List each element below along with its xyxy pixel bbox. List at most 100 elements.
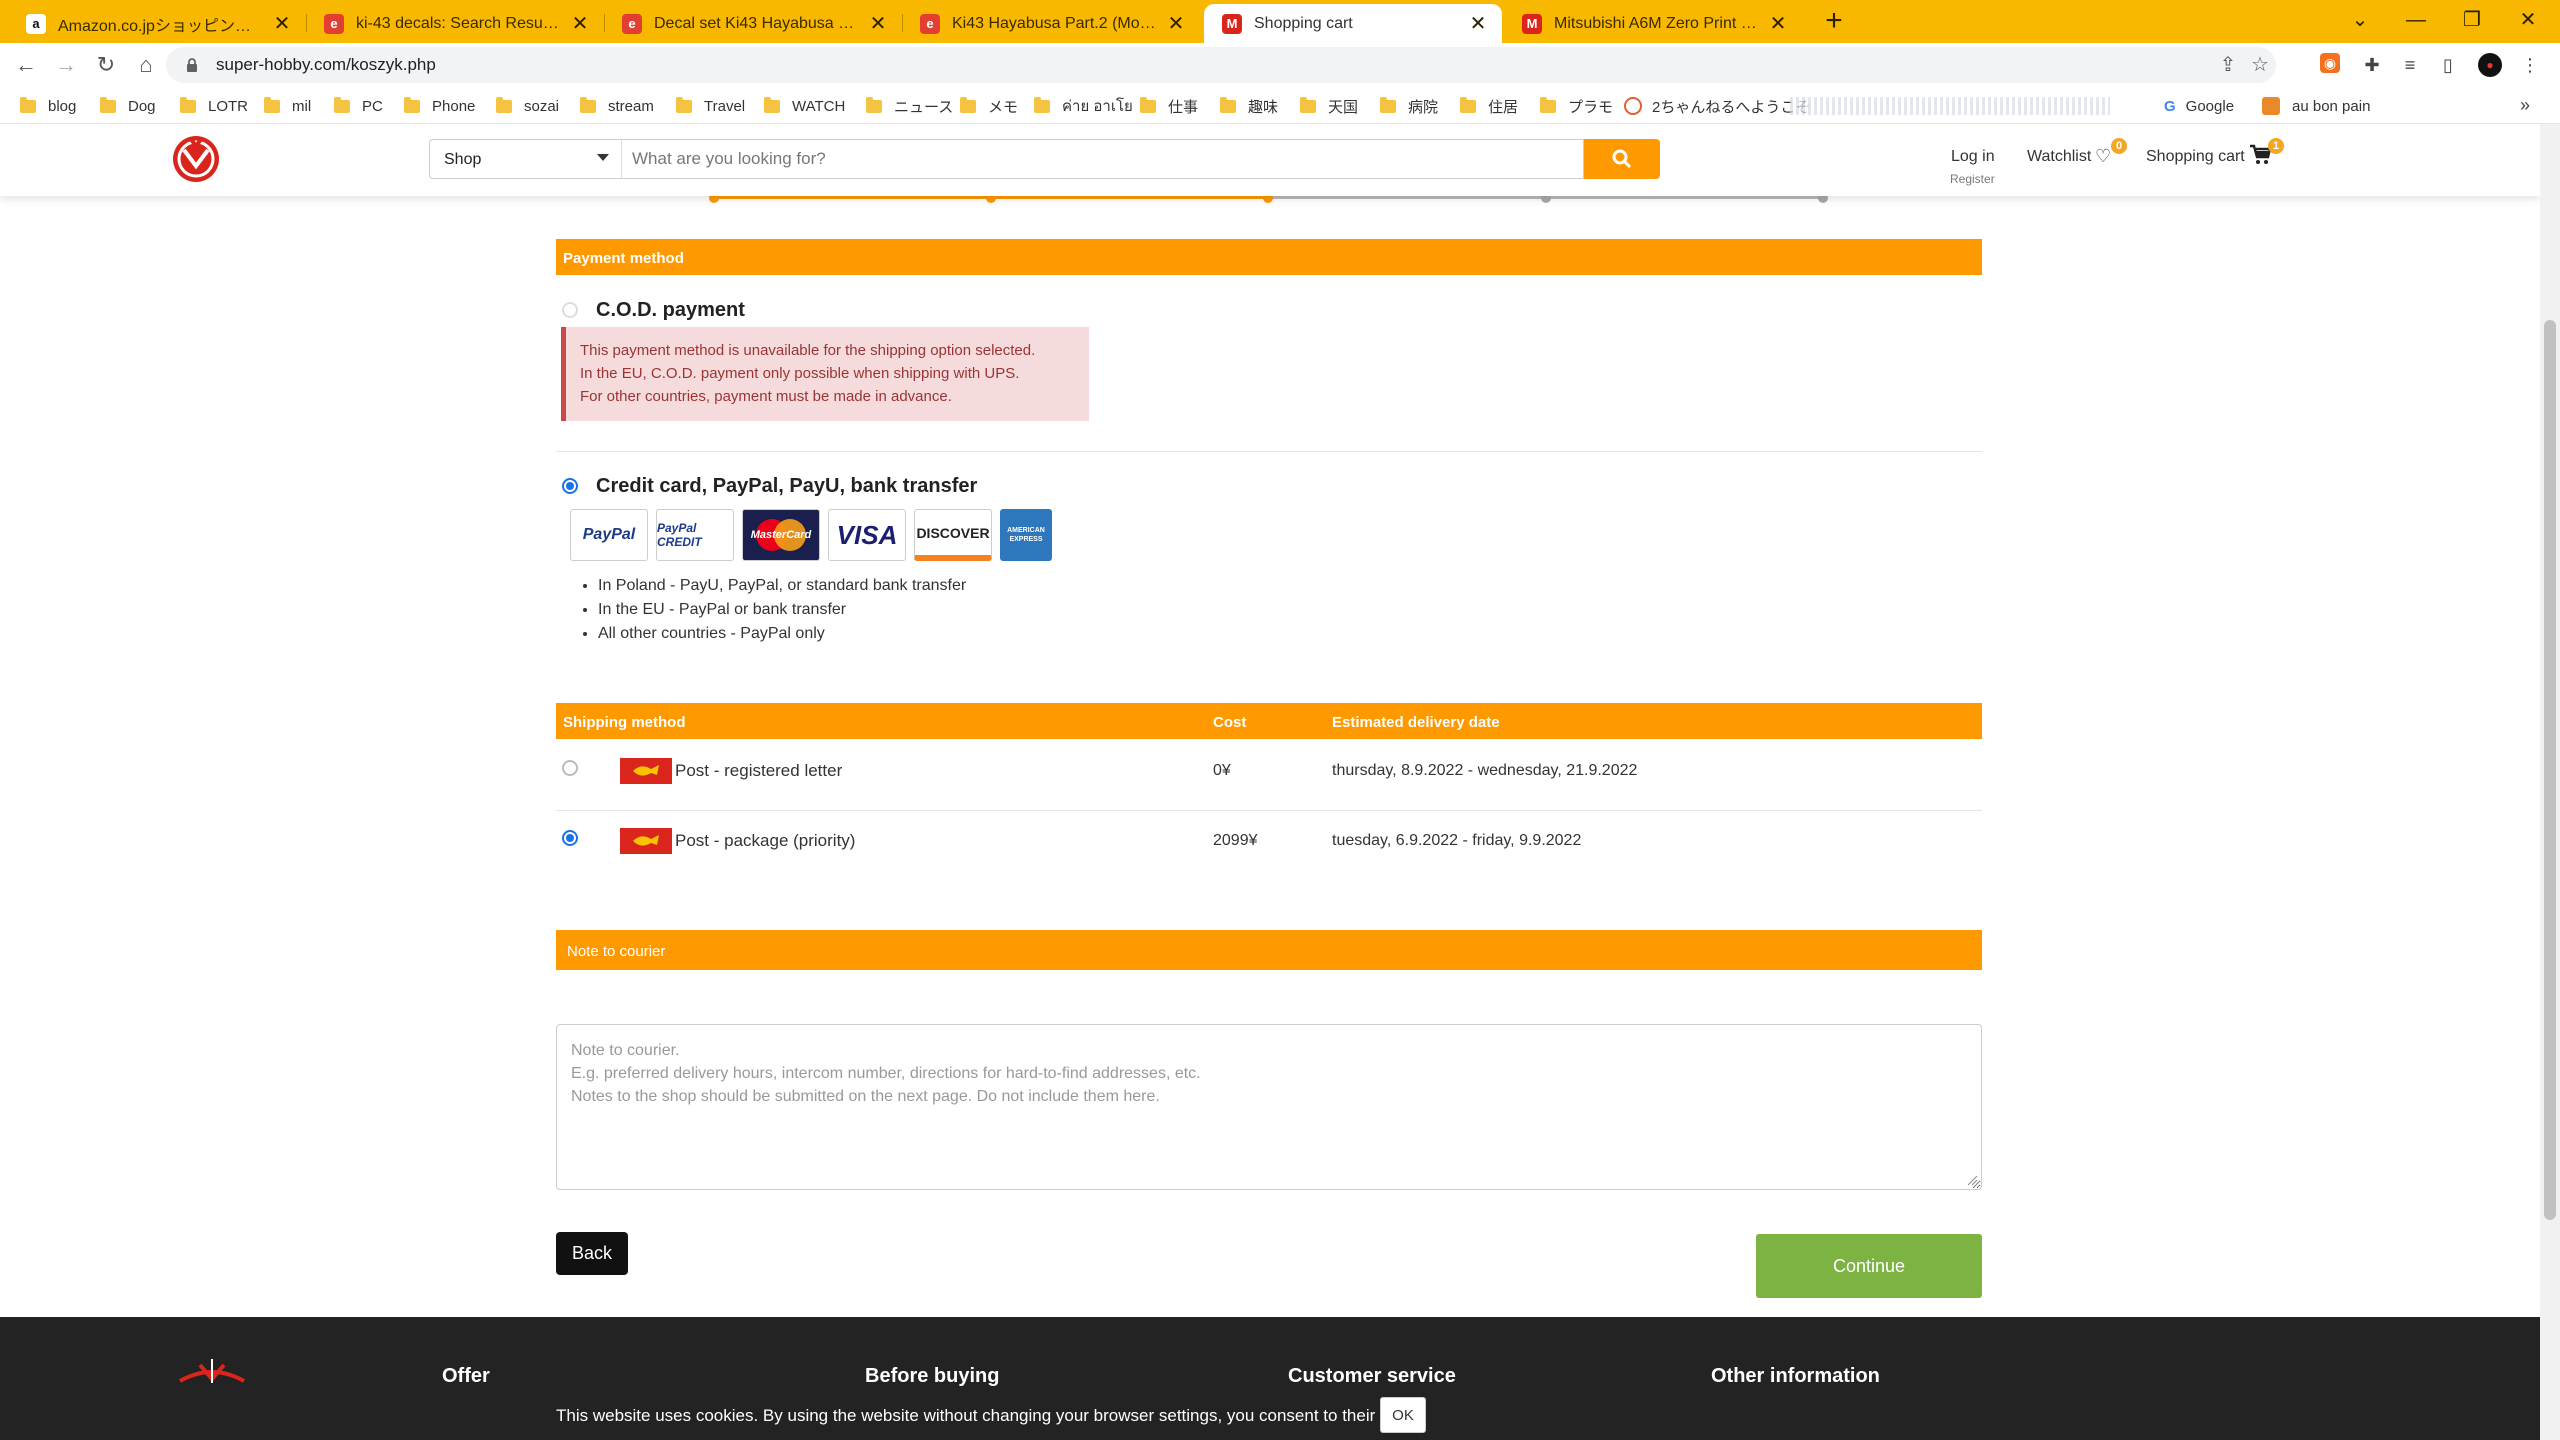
bookmark-memo[interactable]: メモ [960, 95, 1018, 117]
share-icon[interactable]: ⇪ [2216, 53, 2240, 77]
bookmark-au-bon-pain[interactable]: au bon pain [2262, 95, 2370, 117]
tab-ebay-search[interactable]: e ki-43 decals: Search Result | eBay ✕ [306, 4, 604, 43]
watchlist-link[interactable]: Watchlist [2027, 148, 2091, 166]
bookmark-stream[interactable]: stream [580, 95, 654, 117]
bookmark-thai[interactable]: ค่าย อาเโย [1034, 95, 1133, 117]
tab-ebay-decal[interactable]: e Decal set Ki43 Hayabusa Part.2 (M ✕ [604, 4, 902, 43]
bookmark-heaven[interactable]: 天国 [1300, 95, 1358, 117]
bookmark-sozai[interactable]: sozai [496, 95, 559, 117]
list-item: All other countries - PayPal only [598, 622, 966, 646]
superhobby-icon: M [1522, 13, 1542, 34]
minimize-icon[interactable]: — [2396, 4, 2436, 36]
cookie-ok-button[interactable]: OK [1380, 1397, 1426, 1433]
bookmark-hobby[interactable]: 趣味 [1220, 95, 1278, 117]
folder-icon [1034, 96, 1050, 113]
cart-badge: 1 [2268, 138, 2284, 154]
folder-icon [1380, 96, 1396, 113]
menu-kebab-icon[interactable]: ⋮ [2518, 53, 2542, 77]
google-icon: G [2164, 97, 2176, 115]
cart-link[interactable]: Shopping cart [2146, 148, 2245, 166]
tab-search-chevron-icon[interactable]: ⌄ [2340, 4, 2380, 36]
star-icon[interactable]: ☆ [2248, 53, 2272, 77]
register-link[interactable]: Register [1950, 172, 1995, 186]
login-link[interactable]: Log in [1951, 148, 1995, 166]
restore-icon[interactable]: ❐ [2452, 4, 2492, 36]
bookmark-hospital[interactable]: 病院 [1380, 95, 1438, 117]
cod-radio[interactable] [562, 302, 578, 318]
payment-notes: In Poland - PayU, PayPal, or standard ba… [598, 574, 966, 646]
close-icon[interactable]: ✕ [868, 11, 888, 36]
bookmark-news[interactable]: ニュース [866, 95, 953, 117]
bookmark-dog[interactable]: Dog [100, 95, 156, 117]
cod-title: C.O.D. payment [596, 299, 745, 321]
site-header: Shop Log in Register Watchlist ♡ 0 Shopp… [0, 124, 2540, 196]
bookmark-plamo[interactable]: プラモ [1540, 95, 1613, 117]
rss-icon[interactable]: ◉ [2320, 53, 2340, 73]
bookmark-2ch[interactable]: 2ちゃんねるへようこそ [1624, 95, 1810, 117]
close-icon[interactable]: ✕ [1468, 11, 1488, 36]
heart-icon[interactable]: ♡ [2095, 146, 2111, 167]
category-select[interactable]: Shop [429, 139, 621, 179]
folder-icon [1540, 96, 1556, 113]
extensions-icon[interactable]: ✚ [2360, 53, 2384, 77]
2ch-icon [1624, 97, 1642, 115]
scrollbar-thumb[interactable] [2544, 320, 2556, 1220]
reading-list-icon[interactable]: ≡ [2398, 53, 2422, 77]
browser-tab-bar: a Amazon.co.jpショッピングカート ✕ e ki-43 decals… [0, 0, 2560, 43]
folder-icon [334, 96, 350, 113]
bookmark-watch[interactable]: WATCH [764, 95, 845, 117]
au-bon-pain-icon [2262, 97, 2280, 115]
close-icon[interactable]: ✕ [1166, 11, 1186, 36]
footer-other-info-heading: Other information [1711, 1365, 1880, 1387]
folder-icon [496, 96, 512, 113]
post-horn-icon [633, 835, 659, 846]
post-horn-icon [633, 765, 659, 776]
shipping-cost: 0¥ [1213, 762, 1231, 779]
payment-method-header: Payment method [556, 239, 1982, 275]
bookmark-travel[interactable]: Travel [676, 95, 745, 117]
tab-amazon[interactable]: a Amazon.co.jpショッピングカート ✕ [8, 4, 306, 43]
search-input[interactable] [621, 139, 1584, 179]
close-icon[interactable]: ✕ [1768, 11, 1788, 36]
close-icon[interactable]: ✕ [570, 11, 590, 36]
bookmark-google[interactable]: G Google [2164, 95, 2234, 117]
close-icon[interactable]: ✕ [272, 11, 292, 36]
tab-ebay-ki43[interactable]: e Ki43 Hayabusa Part.2 (Model 2) ( ✕ [902, 4, 1200, 43]
courier-note-textarea[interactable] [556, 1024, 1982, 1190]
continue-button[interactable]: Continue [1756, 1234, 1982, 1298]
window-close-icon[interactable]: ✕ [2508, 4, 2548, 36]
page-scrollbar[interactable] [2540, 124, 2560, 1440]
resize-grip-icon[interactable] [1966, 1174, 1978, 1186]
folder-icon [1140, 96, 1156, 113]
avatar[interactable]: ● [2478, 53, 2502, 77]
bookmark-lotr[interactable]: LOTR [180, 95, 248, 117]
tab-shopping-cart[interactable]: M Shopping cart ✕ [1204, 4, 1502, 43]
back-button[interactable]: Back [556, 1232, 628, 1275]
bookmark-mil[interactable]: mil [264, 95, 311, 117]
footer-customer-service-heading: Customer service [1288, 1365, 1456, 1387]
address-bar[interactable]: super-hobby.com/koszyk.php ⇪ ☆ [166, 47, 2276, 83]
ebay-icon: e [622, 13, 642, 34]
forward-arrow-icon[interactable]: → [50, 49, 82, 81]
home-icon[interactable]: ⌂ [130, 49, 162, 81]
bookmark-work[interactable]: 仕事 [1140, 95, 1198, 117]
shipping-radio-registered-letter[interactable] [562, 760, 578, 776]
bookmark-pc[interactable]: PC [334, 95, 383, 117]
new-tab-button[interactable]: + [1818, 6, 1850, 38]
bookmarks-overflow-icon[interactable]: » [2520, 95, 2530, 116]
back-arrow-icon[interactable]: ← [10, 49, 42, 81]
watchlist-badge: 0 [2111, 138, 2127, 154]
cookie-text: This website uses cookies. By using the … [556, 1406, 1413, 1425]
side-panel-icon[interactable]: ▯ [2436, 53, 2460, 77]
tab-mitsubishi[interactable]: M Mitsubishi A6M Zero Print Scale ✕ [1504, 4, 1802, 43]
bookmark-phone[interactable]: Phone [404, 95, 475, 117]
search-button[interactable] [1584, 139, 1660, 179]
folder-icon [20, 96, 36, 113]
bookmark-blog[interactable]: blog [20, 95, 76, 117]
bookmark-housing[interactable]: 住居 [1460, 95, 1518, 117]
folder-icon [866, 96, 882, 113]
online-payment-radio[interactable] [562, 478, 578, 494]
reload-icon[interactable]: ↻ [90, 49, 122, 81]
shipping-radio-package-priority[interactable] [562, 830, 578, 846]
super-hobby-logo[interactable] [170, 132, 222, 184]
